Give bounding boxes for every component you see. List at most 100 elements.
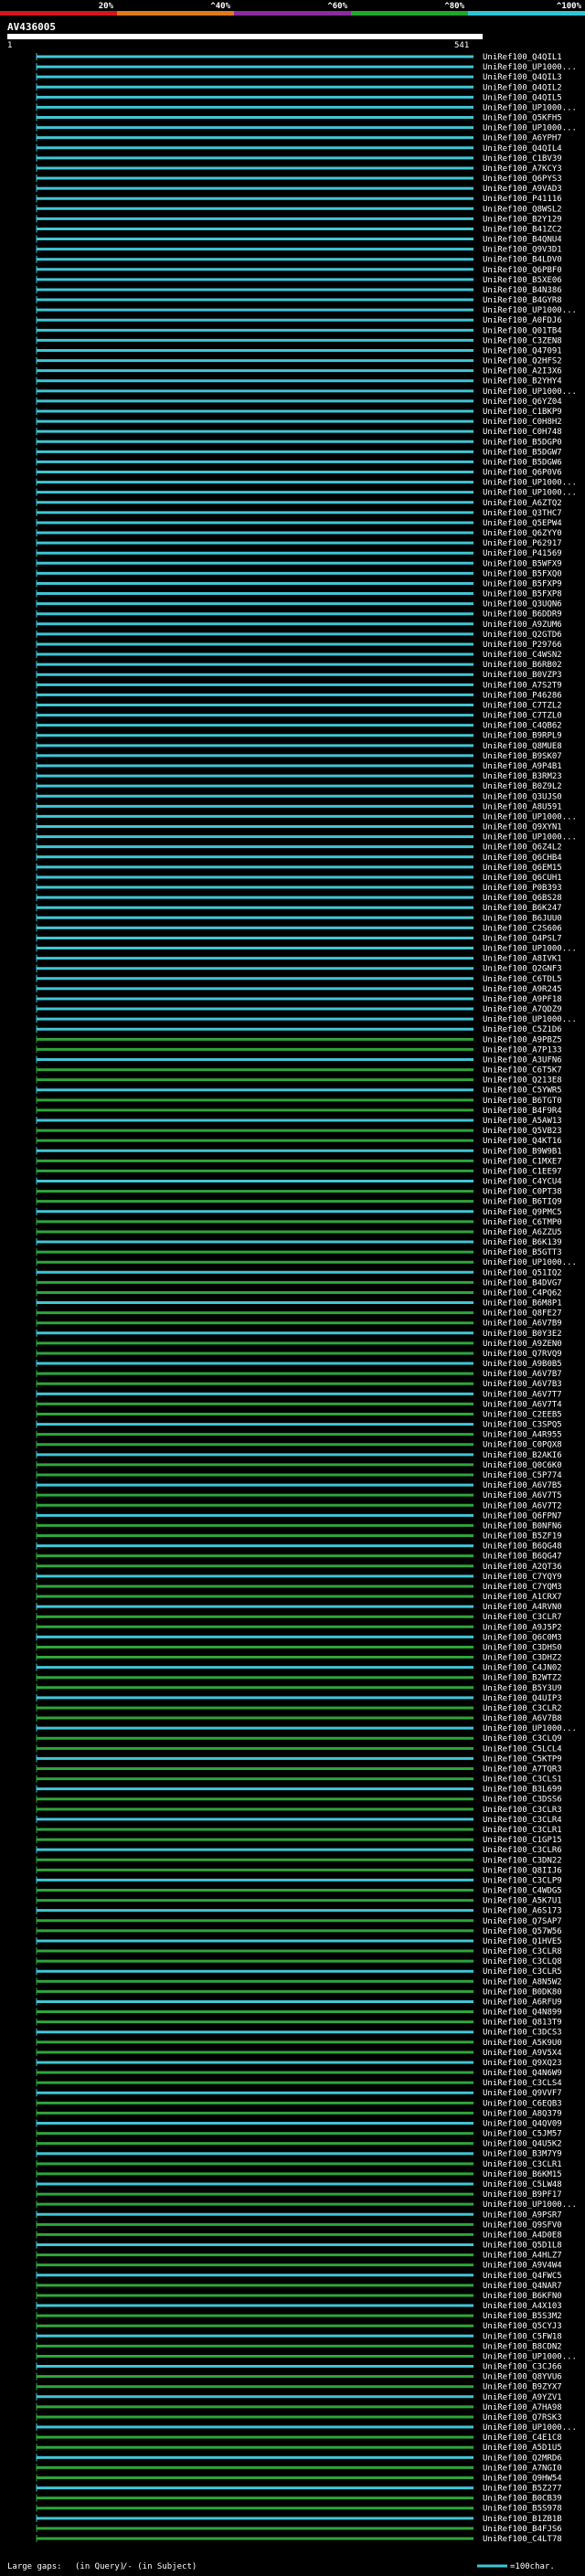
hit-row[interactable]: UniRef100_C1GP15 (36, 1836, 562, 1845)
hit-row[interactable]: UniRef100_UP1000... (36, 944, 577, 954)
hit-row[interactable]: UniRef100_C6TDL5 (36, 974, 562, 984)
hit-row[interactable]: UniRef100_Q6ZYY0 (36, 529, 562, 538)
hit-row[interactable]: UniRef100_UP1000... (36, 1724, 577, 1733)
hit-row[interactable]: UniRef100_C3CLR3 (36, 1805, 562, 1815)
hit-row[interactable]: UniRef100_UP1000... (36, 387, 577, 397)
hit-row[interactable]: UniRef100_A4RVN0 (36, 1603, 562, 1612)
hit-row[interactable]: UniRef100_A5AW13 (36, 1117, 562, 1126)
hit-row[interactable]: UniRef100_B9RPL9 (36, 731, 562, 741)
hit-row[interactable]: UniRef100_Q4UIP3 (36, 1693, 562, 1703)
hit-row[interactable]: UniRef100_UP1000... (36, 2200, 577, 2210)
hit-row[interactable]: UniRef100_B9PF17 (36, 2190, 562, 2200)
hit-row[interactable]: UniRef100_A7QDZ9 (36, 1005, 562, 1014)
hit-row[interactable]: UniRef100_Q4QIL1 (36, 53, 562, 62)
hit-row[interactable]: UniRef100_B4DVG7 (36, 1278, 562, 1288)
hit-row[interactable]: UniRef100_Q6FPN7 (36, 1511, 562, 1521)
hit-row[interactable]: UniRef100_C5P774 (36, 1471, 562, 1480)
hit-row[interactable]: UniRef100_C4E1C8 (36, 2433, 562, 2443)
hit-row[interactable]: UniRef100_Q5EPW4 (36, 518, 562, 528)
hit-row[interactable]: UniRef100_A7P133 (36, 1045, 562, 1055)
hit-row[interactable]: UniRef100_Q1HVE5 (36, 1936, 562, 1946)
hit-row[interactable]: UniRef100_Q3UQN6 (36, 599, 562, 610)
hit-row[interactable]: UniRef100_B5ZF19 (36, 1532, 562, 1542)
hit-row[interactable]: UniRef100_C3DHS0 (36, 1643, 562, 1652)
hit-row[interactable]: UniRef100_Q4QIL5 (36, 93, 562, 102)
hit-row[interactable]: UniRef100_A8IVK1 (36, 954, 562, 964)
hit-row[interactable]: UniRef100_Q4N6W9 (36, 2069, 562, 2078)
hit-row[interactable]: UniRef100_Q5D1L8 (36, 2241, 562, 2251)
hit-row[interactable]: UniRef100_C5LCL4 (36, 1744, 562, 1754)
hit-row[interactable]: UniRef100_A8N5W2 (36, 1977, 562, 1987)
hit-row[interactable]: UniRef100_C7TZL0 (36, 711, 562, 721)
hit-row[interactable]: UniRef100_A1CRX7 (36, 1593, 562, 1602)
hit-row[interactable]: UniRef100_A3UFN6 (36, 1055, 562, 1065)
hit-row[interactable]: UniRef100_C0H8H2 (36, 418, 562, 427)
hit-row[interactable]: UniRef100_Q2GNF3 (36, 964, 562, 974)
hit-row[interactable]: UniRef100_C4WDG5 (36, 1886, 562, 1896)
hit-row[interactable]: UniRef100_C6EQB3 (36, 2099, 562, 2108)
hit-row[interactable]: UniRef100_Q6CHB4 (36, 853, 562, 863)
hit-row[interactable]: UniRef100_A7TQR3 (36, 1765, 562, 1774)
hit-row[interactable]: UniRef100_Q4QV09 (36, 2119, 562, 2128)
hit-row[interactable]: UniRef100_Q4U5K2 (36, 2139, 562, 2149)
hit-row[interactable]: UniRef100_Q0C6K0 (36, 1460, 562, 1470)
hit-row[interactable]: UniRef100_Q8WSL2 (36, 205, 562, 214)
hit-row[interactable]: UniRef100_B5S3M2 (36, 2312, 562, 2321)
hit-row[interactable]: UniRef100_UP1000... (36, 812, 577, 822)
hit-row[interactable]: UniRef100_UP1000... (36, 306, 577, 315)
hit-row[interactable]: UniRef100_Q6Z4L2 (36, 843, 562, 853)
hit-row[interactable]: UniRef100_C0PT38 (36, 1187, 562, 1197)
hit-row[interactable]: UniRef100_B2AKI6 (36, 1450, 562, 1460)
hit-row[interactable]: UniRef100_C3CLQ9 (36, 1734, 562, 1744)
hit-row[interactable]: UniRef100_C3CLR8 (36, 1947, 562, 1956)
hit-row[interactable]: UniRef100_A6ZTQ2 (36, 498, 562, 508)
hit-row[interactable]: UniRef100_Q7RSK3 (36, 2412, 562, 2422)
hit-row[interactable]: UniRef100_Q57W56 (36, 1926, 562, 1936)
hit-row[interactable]: UniRef100_Q6EM15 (36, 863, 562, 873)
hit-row[interactable]: UniRef100_A8U591 (36, 802, 562, 811)
hit-row[interactable]: UniRef100_Q9VVF7 (36, 2089, 562, 2098)
hit-row[interactable]: UniRef100_C5KTP9 (36, 1754, 562, 1764)
hit-row[interactable]: UniRef100_Q4PSL7 (36, 934, 562, 943)
hit-row[interactable]: UniRef100_Q6C0M3 (36, 1633, 562, 1642)
hit-row[interactable]: UniRef100_C3CLR1 (36, 2159, 562, 2169)
hit-row[interactable]: UniRef100_C3CLR5 (36, 1967, 562, 1977)
hit-row[interactable]: UniRef100_Q51IQ2 (36, 1268, 562, 1277)
hit-row[interactable]: UniRef100_A7NGI0 (36, 2464, 562, 2473)
hit-row[interactable]: UniRef100_A6V7T2 (36, 1501, 562, 1511)
hit-row[interactable]: UniRef100_A6V7T7 (36, 1390, 562, 1399)
hit-row[interactable]: UniRef100_B5GTT3 (36, 1248, 562, 1257)
hit-row[interactable]: UniRef100_B5DGW6 (36, 458, 562, 467)
hit-row[interactable]: UniRef100_B5DGP0 (36, 438, 562, 447)
hit-row[interactable]: UniRef100_C0H748 (36, 428, 562, 437)
hit-row[interactable]: UniRef100_Q6BS28 (36, 894, 562, 903)
hit-row[interactable]: UniRef100_A7KCY3 (36, 164, 562, 174)
hit-row[interactable]: UniRef100_B6M8P1 (36, 1299, 562, 1309)
hit-row[interactable]: UniRef100_C5YWR5 (36, 1086, 562, 1096)
hit-row[interactable]: UniRef100_B5XE06 (36, 275, 562, 285)
hit-row[interactable]: UniRef100_A9ZEN0 (36, 1339, 562, 1349)
hit-row[interactable]: UniRef100_C3CLQ8 (36, 1957, 562, 1966)
hit-row[interactable]: UniRef100_A4X103 (36, 2302, 562, 2311)
hit-row[interactable]: UniRef100_A2QT36 (36, 1562, 562, 1572)
hit-row[interactable]: UniRef100_A9ZUM6 (36, 620, 562, 630)
hit-row[interactable]: UniRef100_C3CJ66 (36, 2362, 562, 2372)
hit-row[interactable]: UniRef100_A0FDJ6 (36, 316, 562, 325)
hit-row[interactable]: UniRef100_Q4QIL2 (36, 83, 562, 92)
hit-row[interactable]: UniRef100_B6QG47 (36, 1552, 562, 1562)
hit-row[interactable]: UniRef100_A6S173 (36, 1906, 562, 1916)
hit-row[interactable]: UniRef100_Q6PYS3 (36, 175, 562, 184)
hit-row[interactable]: UniRef100_Q5KFH5 (36, 113, 562, 123)
hit-row[interactable]: UniRef100_C3CLR4 (36, 1815, 562, 1825)
hit-row[interactable]: UniRef100_Q9PMC5 (36, 1207, 562, 1217)
hit-row[interactable]: UniRef100_Q813T9 (36, 2018, 562, 2028)
hit-row[interactable]: UniRef100_P41569 (36, 549, 562, 558)
hit-row[interactable]: UniRef100_Q9V3D1 (36, 245, 562, 255)
hit-row[interactable]: UniRef100_Q9XYN1 (36, 822, 562, 832)
hit-row[interactable]: UniRef100_B5FXP9 (36, 579, 562, 588)
hit-row[interactable]: UniRef100_B0DK80 (36, 1988, 562, 1997)
hit-row[interactable]: UniRef100_C3DSS6 (36, 1795, 562, 1805)
hit-row[interactable]: UniRef100_A6V7B9 (36, 1319, 562, 1329)
hit-row[interactable]: UniRef100_B3M7Y9 (36, 2149, 562, 2159)
hit-row[interactable]: UniRef100_C4LT78 (36, 2535, 562, 2544)
